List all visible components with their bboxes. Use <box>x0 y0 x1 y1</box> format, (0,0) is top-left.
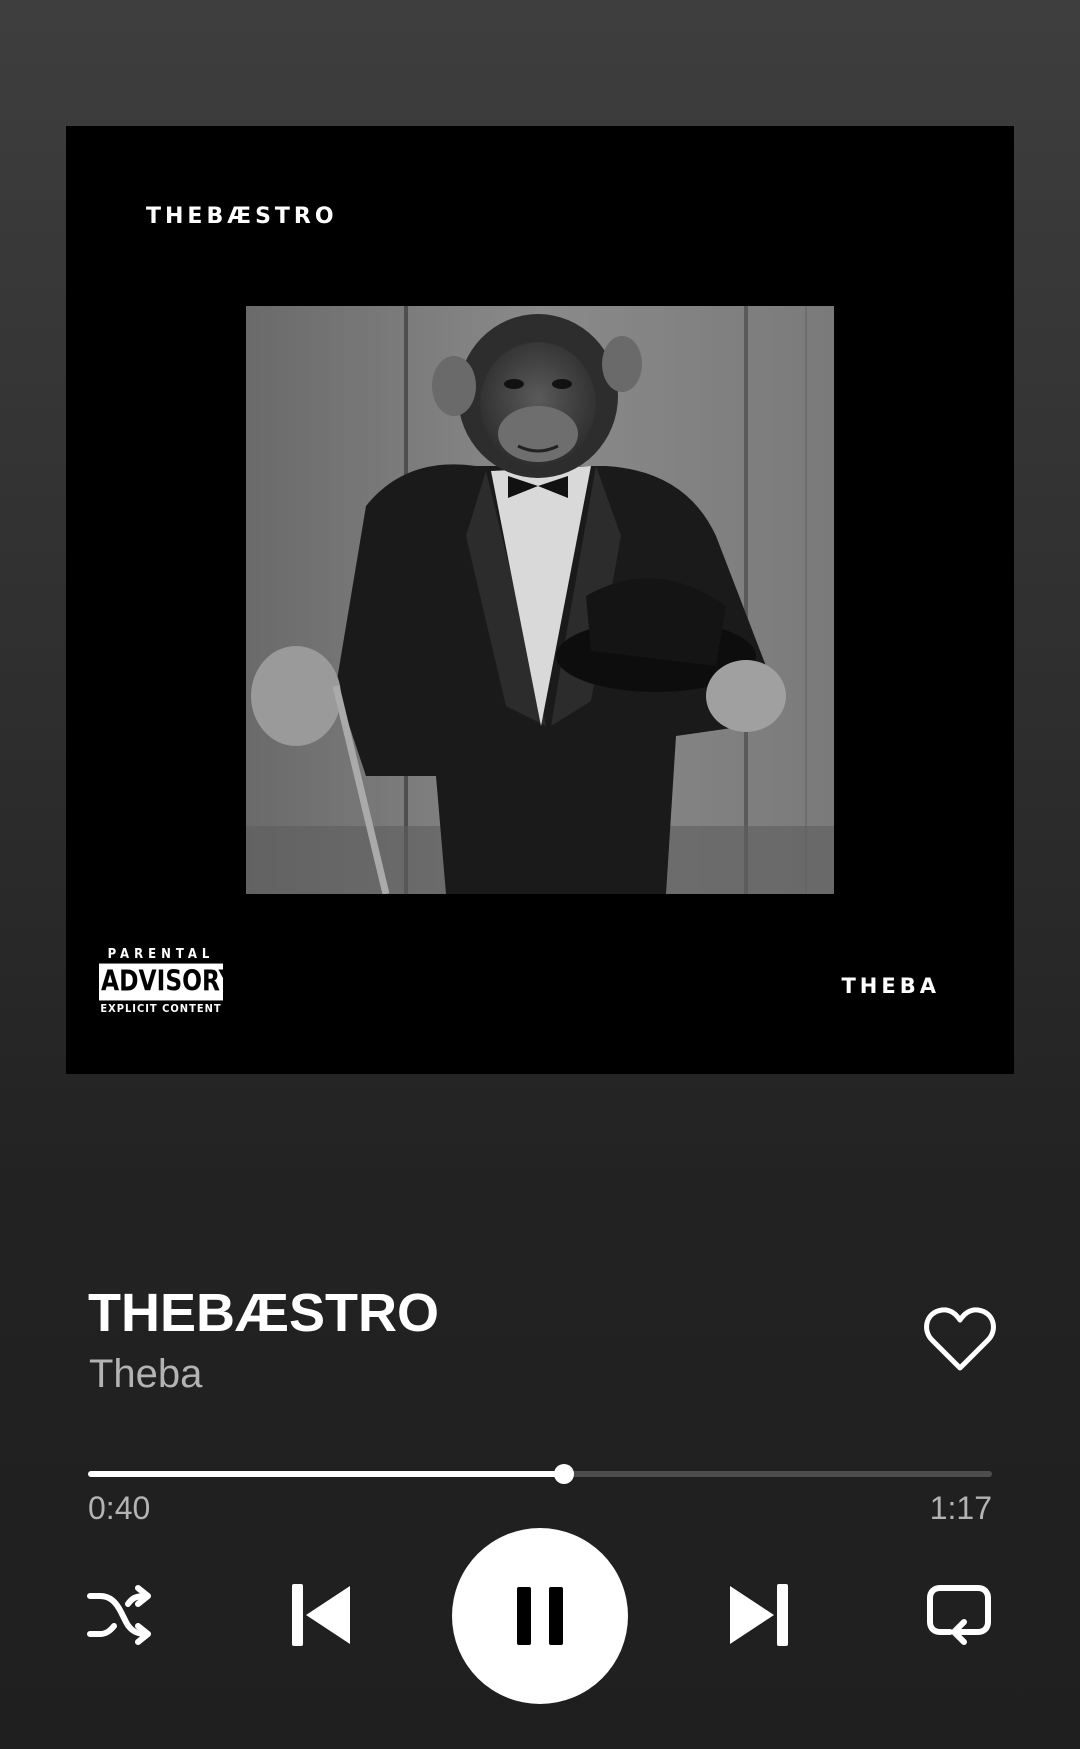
advisory-line-3: EXPLICIT CONTENT <box>100 1002 222 1015</box>
progress-fill <box>88 1471 565 1477</box>
cover-artist-text: THEBA <box>841 974 940 998</box>
cover-title-text: THEBÆSTRO <box>146 204 338 229</box>
repeat-icon <box>927 1585 991 1645</box>
heart-outline-icon <box>924 1307 996 1371</box>
elapsed-time: 0:40 <box>88 1490 151 1526</box>
next-track-button[interactable] <box>726 1580 792 1650</box>
repeat-button[interactable] <box>926 1584 992 1646</box>
progress-bar[interactable] <box>88 1464 992 1484</box>
album-photo <box>246 306 834 894</box>
like-button[interactable] <box>924 1306 996 1372</box>
parental-advisory-label: PARENTAL ADVISORY EXPLICIT CONTENT <box>98 947 236 1020</box>
album-cover: THEBÆSTRO PARENTAL ADVISORY EXPLICIT CON… <box>66 126 1014 1074</box>
total-time: 1:17 <box>929 1490 992 1526</box>
skip-next-icon <box>730 1584 788 1646</box>
shuffle-button[interactable] <box>86 1584 156 1646</box>
track-artist[interactable]: Theba <box>89 1350 202 1398</box>
shuffle-icon <box>87 1585 151 1645</box>
play-pause-button[interactable] <box>452 1528 628 1704</box>
progress-knob[interactable] <box>554 1464 575 1484</box>
pause-icon <box>517 1587 563 1645</box>
skip-previous-icon <box>292 1584 350 1646</box>
previous-track-button[interactable] <box>288 1580 354 1650</box>
advisory-line-2: ADVISORY <box>99 963 236 1001</box>
track-title: THEBÆSTRO <box>88 1283 439 1343</box>
advisory-line-1: PARENTAL <box>107 947 215 962</box>
